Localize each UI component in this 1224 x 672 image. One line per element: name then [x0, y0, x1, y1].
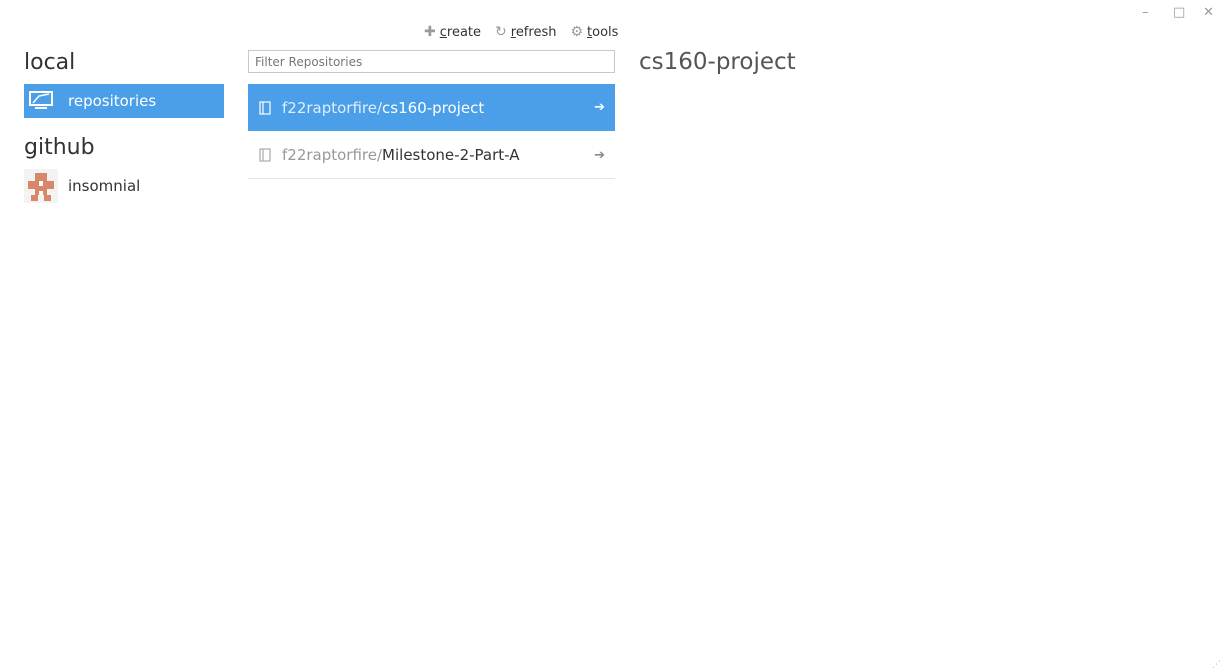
repo-name: cs160-project: [382, 98, 485, 117]
repo-list-item[interactable]: f22raptorfire/Milestone-2-Part-A ➔: [248, 132, 615, 179]
repo-owner: f22raptorfire/: [282, 146, 383, 164]
create-button[interactable]: ✚ create: [424, 24, 481, 40]
close-button[interactable]: ✕: [1203, 5, 1214, 20]
toolbar: ✚ create ↻ refresh ⚙ tools: [424, 24, 618, 40]
sidebar-item-insomnial[interactable]: insomnial: [24, 169, 224, 203]
sidebar-item-repositories[interactable]: repositories: [24, 84, 224, 118]
filter-repositories-input[interactable]: [248, 50, 615, 73]
arrow-right-icon[interactable]: ➔: [594, 148, 605, 163]
resize-grip-icon[interactable]: ⋰: [1212, 660, 1221, 670]
github-heading: github: [24, 135, 95, 160]
refresh-label: refresh: [510, 24, 557, 40]
avatar: [24, 169, 58, 203]
minimize-button[interactable]: –: [1142, 5, 1149, 20]
refresh-button[interactable]: ↻ refresh: [495, 24, 556, 40]
arrow-right-icon[interactable]: ➔: [594, 100, 605, 115]
tools-label: tools: [587, 24, 619, 40]
create-label: create: [439, 24, 482, 40]
maximize-button[interactable]: □: [1173, 5, 1185, 20]
repo-name: Milestone-2-Part-A: [382, 146, 520, 164]
refresh-icon: ↻: [495, 24, 507, 40]
sidebar-item-label: repositories: [68, 92, 157, 110]
repo-book-icon: [248, 148, 282, 162]
local-heading: local: [24, 50, 76, 75]
repo-owner: f22raptorfire/: [282, 98, 383, 117]
repo-book-icon: [248, 100, 282, 115]
gear-icon: ⚙: [570, 24, 584, 40]
repo-list-item[interactable]: f22raptorfire/cs160-project ➔: [248, 84, 615, 131]
plus-icon: ✚: [424, 24, 436, 40]
tools-button[interactable]: ⚙ tools: [570, 24, 618, 40]
repository-title: cs160-project: [639, 49, 796, 75]
monitor-icon: [24, 84, 58, 118]
sidebar-item-label: insomnial: [68, 177, 141, 195]
